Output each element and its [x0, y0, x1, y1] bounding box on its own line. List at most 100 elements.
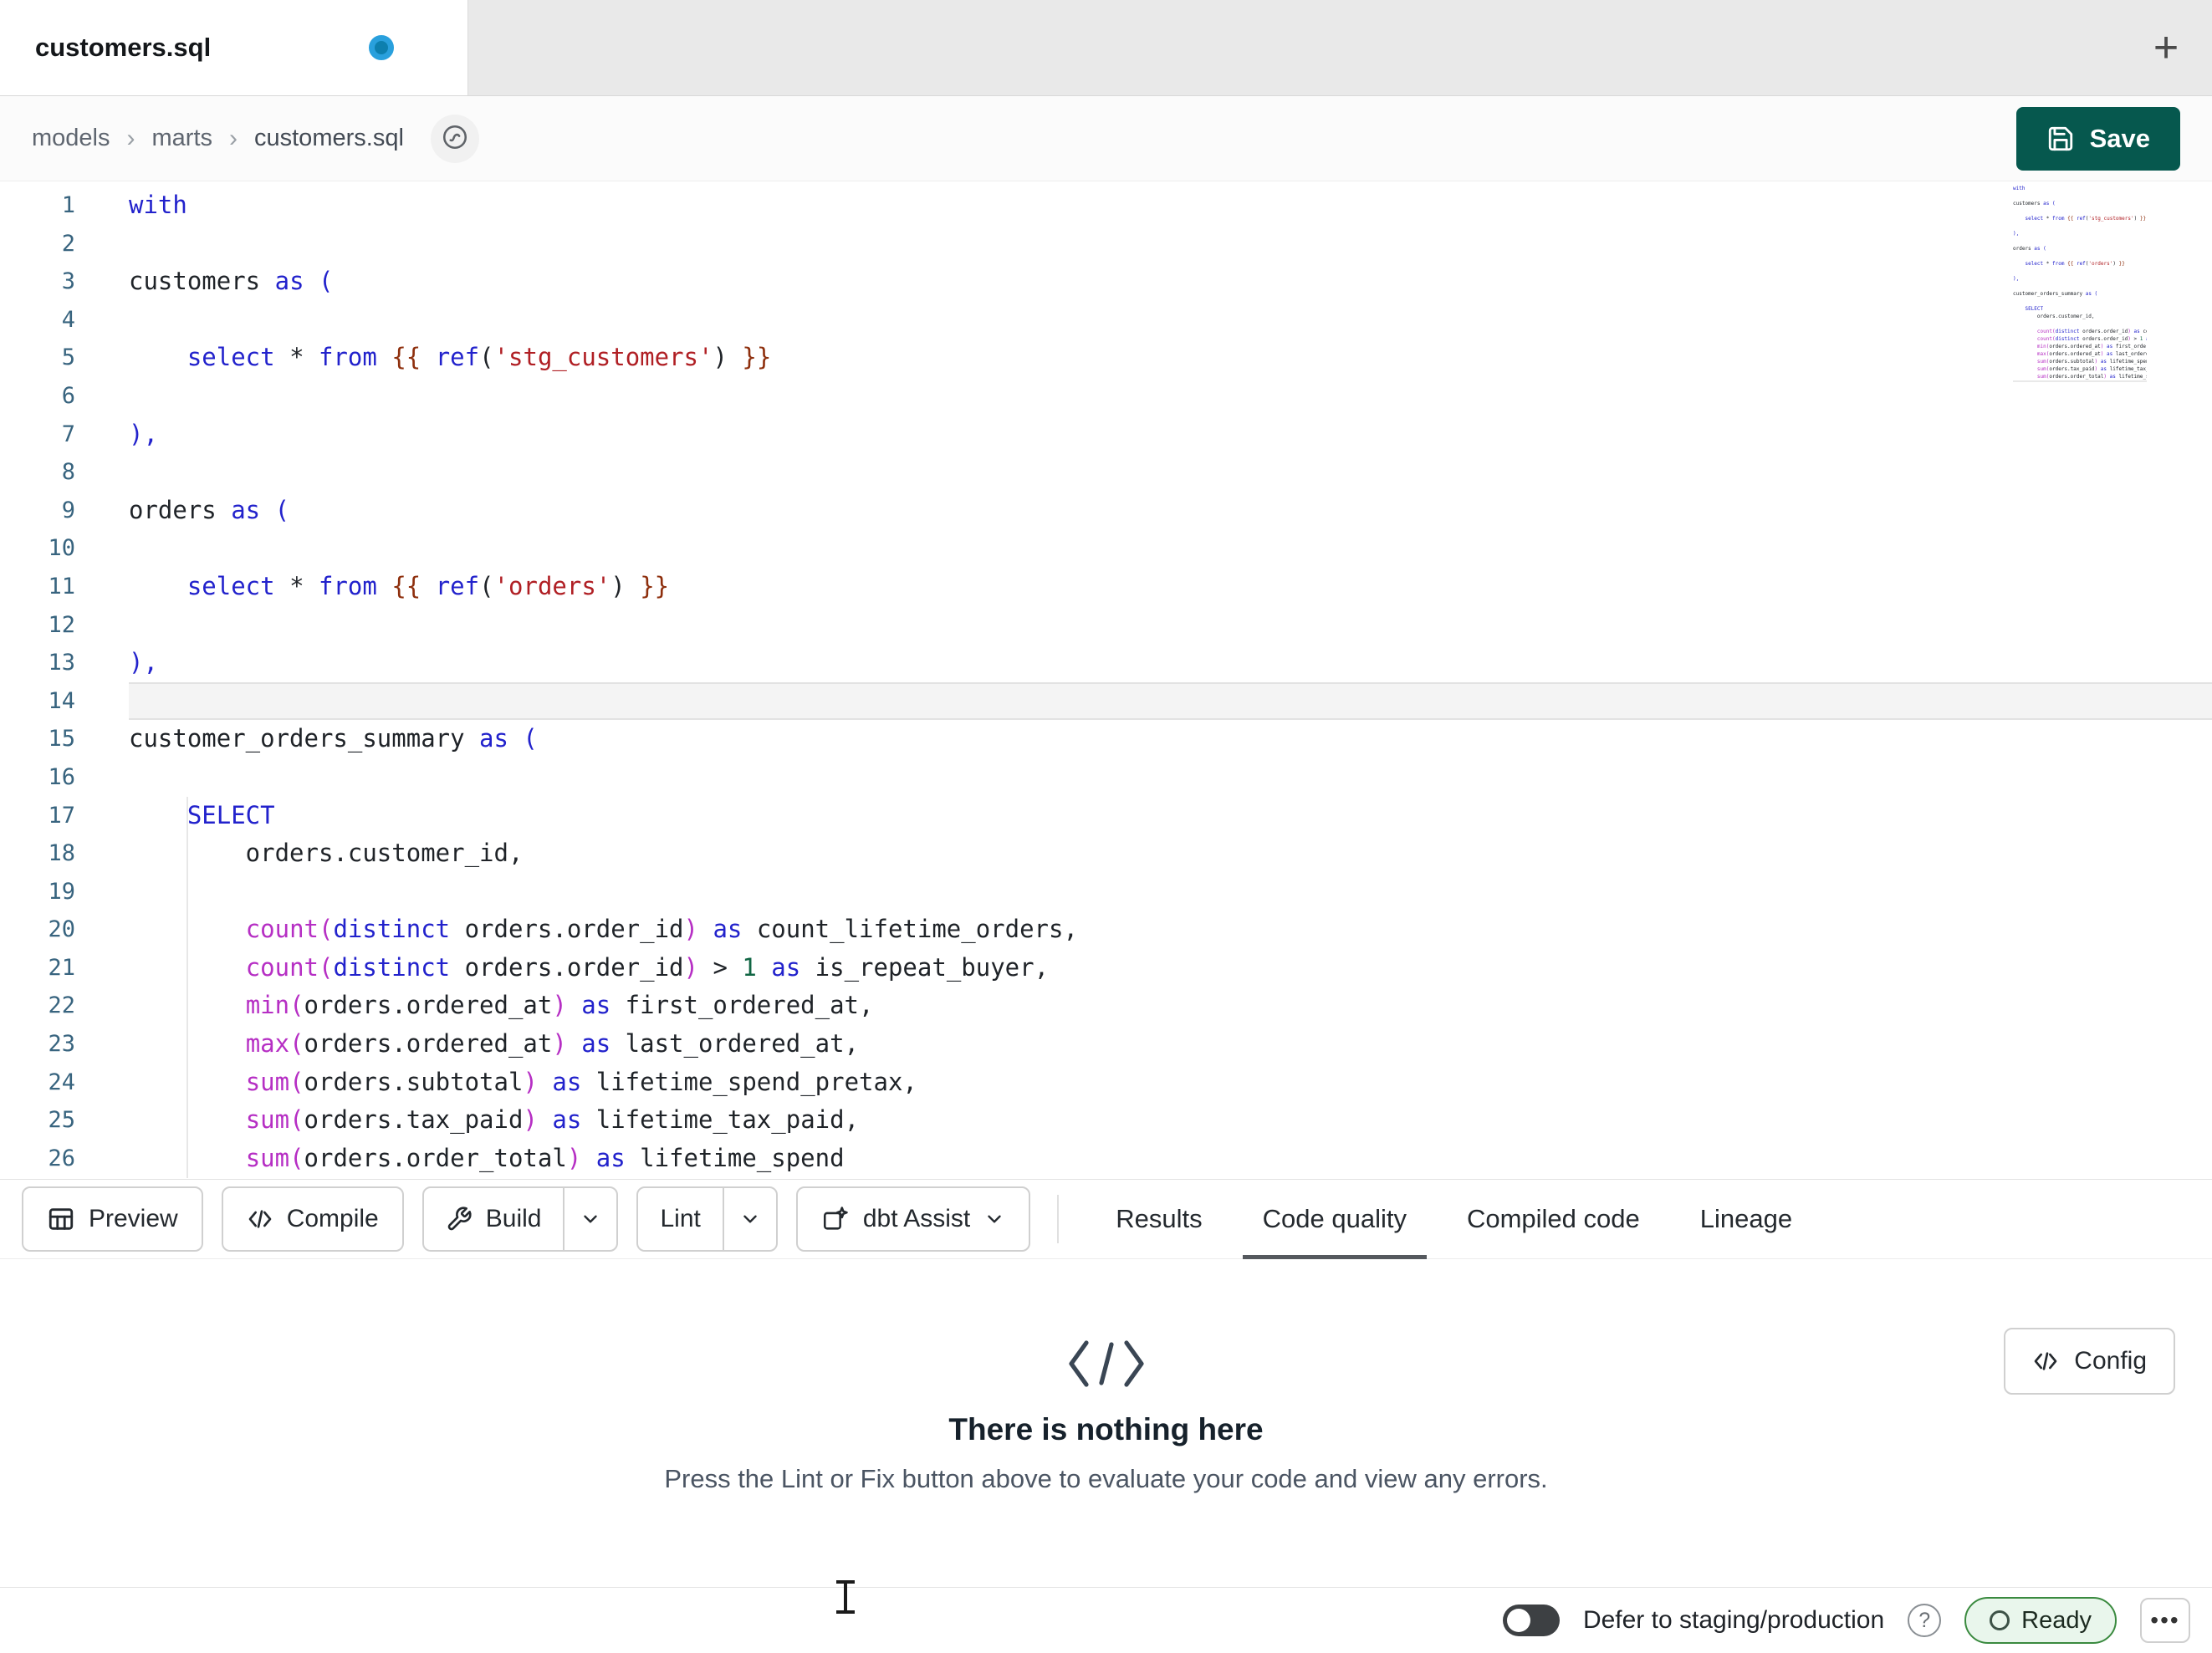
line-number: 16 [48, 763, 75, 790]
line-number: 8 [61, 459, 75, 486]
code-line-3[interactable]: 3 customers as ( [0, 263, 2212, 301]
tab-compiled-code[interactable]: Compiled code [1437, 1179, 1670, 1259]
compile-label: Compile [286, 1205, 379, 1232]
line-number: 3 [61, 268, 75, 295]
help-icon[interactable]: ? [1908, 1604, 1942, 1637]
line-content[interactable] [129, 301, 2212, 339]
defer-toggle[interactable] [1502, 1605, 1560, 1636]
line-content[interactable] [129, 529, 2212, 568]
code-line-19[interactable]: 19 [0, 873, 2212, 911]
line-content[interactable] [129, 681, 2212, 721]
minimap[interactable]: with customers as ( select * from {{ ref(… [2013, 185, 2147, 382]
code-icon [247, 1206, 273, 1232]
line-content[interactable] [129, 377, 2212, 416]
lint-dropdown-button[interactable] [722, 1188, 776, 1250]
code-line-4[interactable]: 4 [0, 301, 2212, 339]
line-content[interactable]: SELECT [129, 797, 2212, 835]
code-icon-large [1065, 1336, 1148, 1395]
code-line-23[interactable]: 23 max(orders.ordered_at) as last_ordere… [0, 1025, 2212, 1064]
line-number: 26 [48, 1145, 75, 1171]
code-line-26[interactable]: 26 sum(orders.order_total) as lifetime_s… [0, 1140, 2212, 1178]
line-content[interactable]: with [129, 186, 2212, 225]
line-content[interactable] [129, 758, 2212, 797]
line-content[interactable]: select * from {{ ref('stg_customers') }} [129, 339, 2212, 377]
preview-button[interactable]: Preview [22, 1186, 203, 1252]
config-button[interactable]: Config [2004, 1328, 2175, 1395]
code-line-22[interactable]: 22 min(orders.ordered_at) as first_order… [0, 987, 2212, 1025]
save-button[interactable]: Save [2015, 106, 2180, 171]
code-line-14[interactable]: 14 [0, 681, 2212, 721]
line-content[interactable]: customer_orders_summary as ( [129, 720, 2212, 758]
line-content[interactable]: min(orders.ordered_at) as first_ordered_… [129, 987, 2212, 1025]
tab-lineage[interactable]: Lineage [1670, 1179, 1822, 1259]
build-split-button: Build [421, 1186, 619, 1252]
result-tabs: Results Code quality Compiled code Linea… [1086, 1179, 1822, 1259]
line-content[interactable]: max(orders.ordered_at) as last_ordered_a… [129, 1025, 2212, 1064]
line-content[interactable]: sum(orders.subtotal) as lifetime_spend_p… [129, 1064, 2212, 1102]
line-content[interactable]: orders.customer_id, [129, 834, 2212, 873]
code-line-8[interactable]: 8 [0, 453, 2212, 492]
code-line-20[interactable]: 20 count(distinct orders.order_id) as co… [0, 911, 2212, 949]
line-number: 18 [48, 840, 75, 867]
line-number: 23 [48, 1031, 75, 1058]
line-number: 13 [48, 650, 75, 676]
line-number: 17 [48, 802, 75, 829]
code-line-7[interactable]: 7), [0, 416, 2212, 454]
code-line-15[interactable]: 15 customer_orders_summary as ( [0, 720, 2212, 758]
line-content[interactable] [129, 225, 2212, 263]
breadcrumb-marts[interactable]: marts [152, 125, 213, 152]
new-tab-button[interactable]: + [2120, 0, 2212, 95]
code-line-5[interactable]: 5 select * from {{ ref('stg_customers') … [0, 339, 2212, 377]
code-line-13[interactable]: 13), [0, 644, 2212, 682]
toolbar-divider [1057, 1195, 1060, 1243]
line-content[interactable]: count(distinct orders.order_id) as count… [129, 911, 2212, 949]
code-line-1[interactable]: 1 with [0, 186, 2212, 225]
line-number: 12 [48, 611, 75, 638]
line-number: 7 [61, 421, 75, 447]
line-content[interactable]: customers as ( [129, 263, 2212, 301]
line-content[interactable]: ), [129, 644, 2212, 682]
tab-code-quality[interactable]: Code quality [1233, 1179, 1437, 1259]
code-line-17[interactable]: 17 SELECT [0, 797, 2212, 835]
ready-status-badge[interactable]: Ready [1964, 1597, 2117, 1644]
dbt-assist-label: dbt Assist [862, 1205, 971, 1232]
line-content[interactable]: sum(orders.order_total) as lifetime_spen… [129, 1140, 2212, 1178]
tab-results[interactable]: Results [1086, 1179, 1232, 1259]
minimap-content: with customers as ( select * from {{ ref(… [2013, 186, 2147, 380]
line-content[interactable]: select * from {{ ref('orders') }} [129, 568, 2212, 606]
code-line-25[interactable]: 25 sum(orders.tax_paid) as lifetime_tax_… [0, 1101, 2212, 1140]
save-icon [2046, 125, 2075, 153]
build-dropdown-button[interactable] [563, 1188, 616, 1250]
line-content[interactable] [129, 873, 2212, 911]
code-line-21[interactable]: 21 count(distinct orders.order_id) > 1 a… [0, 949, 2212, 987]
breadcrumb-models[interactable]: models [32, 125, 110, 152]
line-content[interactable]: ), [129, 416, 2212, 454]
code-editor[interactable]: 1 with 2 3 customers as (4 5 select * from {{… [0, 181, 2212, 1179]
compile-button[interactable]: Compile [221, 1186, 404, 1252]
lint-label: Lint [660, 1205, 701, 1232]
status-ring-icon [1990, 1610, 2010, 1630]
code-line-16[interactable]: 16 [0, 758, 2212, 797]
line-content[interactable] [129, 453, 2212, 492]
file-status-button[interactable] [430, 114, 479, 163]
table-icon [47, 1205, 75, 1233]
more-options-button[interactable]: ••• [2140, 1598, 2190, 1643]
code-line-18[interactable]: 18 orders.customer_id, [0, 834, 2212, 873]
code-line-11[interactable]: 11 select * from {{ ref('orders') }} [0, 568, 2212, 606]
code-line-2[interactable]: 2 [0, 225, 2212, 263]
code-line-10[interactable]: 10 [0, 529, 2212, 568]
line-content[interactable]: sum(orders.tax_paid) as lifetime_tax_pai… [129, 1101, 2212, 1140]
line-content[interactable]: orders as ( [129, 492, 2212, 530]
line-content[interactable]: count(distinct orders.order_id) > 1 as i… [129, 949, 2212, 987]
line-content[interactable] [129, 606, 2212, 645]
lint-button[interactable]: Lint [638, 1188, 722, 1250]
code-line-24[interactable]: 24 sum(orders.subtotal) as lifetime_spen… [0, 1064, 2212, 1102]
tab-customers-sql[interactable]: customers.sql [0, 0, 468, 95]
code-line-9[interactable]: 9 orders as ( [0, 492, 2212, 530]
chevron-down-icon [739, 1208, 761, 1230]
action-toolbar: Preview Compile Build Lint dbt Assist Re… [0, 1179, 2212, 1259]
code-line-12[interactable]: 12 [0, 606, 2212, 645]
dbt-assist-button[interactable]: dbt Assist [795, 1186, 1031, 1252]
build-button[interactable]: Build [424, 1188, 564, 1250]
code-line-6[interactable]: 6 [0, 377, 2212, 416]
